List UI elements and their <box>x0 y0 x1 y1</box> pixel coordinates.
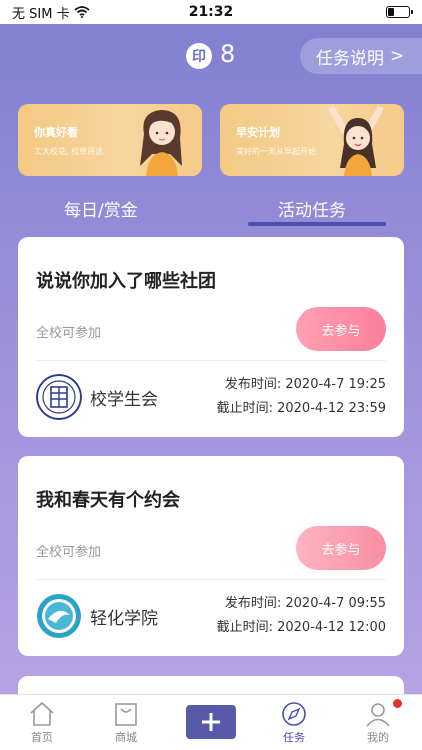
tab-home[interactable]: 首页 <box>2 695 82 750</box>
task-title: 说说你加入了哪些社团 <box>36 271 216 292</box>
wifi-icon <box>73 6 90 18</box>
plus-icon <box>202 713 220 731</box>
battery-icon <box>386 6 413 18</box>
chemistry-college-logo-icon <box>37 594 81 638</box>
banner-morning-plan[interactable]: 早安计划 美好的一天从早起开始 <box>220 104 404 176</box>
banner-row: 你真好看 工大校花, 校草评选 早安计划 美好的一天从早起开始 <box>18 104 404 176</box>
organizer-name: 校学生会 <box>90 390 158 410</box>
add-button[interactable] <box>186 705 236 739</box>
notification-badge <box>393 699 402 708</box>
user-icon <box>366 703 390 727</box>
home-icon <box>30 701 54 726</box>
task-card[interactable]: 说说你加入了哪些社团 全校可参加 去参与 校学生会 发布时间: 2020-4-7… <box>18 237 404 437</box>
task-description-label: 任务说明 <box>316 48 384 69</box>
task-scope: 全校可参加 <box>36 545 102 560</box>
task-card[interactable]: 我和春天有个约会 全校可参加 去参与 轻化学院 发布时间: 2020-4-7 0… <box>18 456 404 656</box>
tab-mine[interactable]: 我的 <box>338 695 418 750</box>
publish-time: 发布时间: 2020-4-7 09:55 <box>224 596 386 611</box>
tab-shop[interactable]: 商城 <box>86 695 166 750</box>
divider <box>36 360 386 361</box>
girl-illustration-icon <box>140 110 182 176</box>
chevron-right-icon: > <box>390 46 405 66</box>
task-scope: 全校可参加 <box>36 326 102 341</box>
bottom-tab-bar: 首页 商城 任务 我的 <box>0 694 422 750</box>
banner-subtitle: 工大校花, 校草评选 <box>34 147 104 156</box>
waving-girl-illustration-icon <box>328 106 384 176</box>
banner-title: 你真好看 <box>34 126 78 139</box>
tab-daily-bounty[interactable]: 每日/赏金 <box>64 196 138 221</box>
divider <box>36 579 386 580</box>
tab-activity-tasks[interactable]: 活动任务 <box>278 196 346 221</box>
join-button[interactable]: 去参与 <box>296 307 386 351</box>
carrier-label: 无 SIM 卡 <box>12 6 70 22</box>
task-description-button[interactable]: 任务说明 > <box>300 38 422 74</box>
task-title: 我和春天有个约会 <box>36 490 180 511</box>
student-union-logo-icon <box>36 374 82 420</box>
publish-time: 发布时间: 2020-4-7 19:25 <box>224 377 386 392</box>
deadline-time: 截止时间: 2020-4-12 23:59 <box>216 401 386 416</box>
battery-fill <box>388 8 394 16</box>
status-bar: 无 SIM 卡 21:32 <box>0 0 422 24</box>
status-left: 无 SIM 卡 <box>12 3 90 22</box>
banner-beauty-contest[interactable]: 你真好看 工大校花, 校草评选 <box>18 104 202 176</box>
shopping-bag-icon <box>115 703 137 726</box>
deadline-time: 截止时间: 2020-4-12 12:00 <box>216 620 386 635</box>
compass-icon <box>282 702 306 726</box>
tab-label: 商城 <box>115 731 137 744</box>
join-button[interactable]: 去参与 <box>296 526 386 570</box>
banner-subtitle: 美好的一天从早起开始 <box>236 147 316 156</box>
tab-label: 我的 <box>367 731 389 744</box>
task-tabs: 每日/赏金 活动任务 <box>0 190 422 234</box>
header: 印 8 任务说明 > <box>0 38 422 74</box>
stamp-count: 8 <box>220 40 236 68</box>
stamp-icon: 印 <box>186 43 212 69</box>
organizer-name: 轻化学院 <box>90 609 158 629</box>
tab-label: 首页 <box>31 731 53 744</box>
active-tab-indicator <box>248 222 386 226</box>
banner-title: 早安计划 <box>236 126 280 139</box>
tab-label: 任务 <box>283 731 305 744</box>
tab-task[interactable]: 任务 <box>254 695 334 750</box>
